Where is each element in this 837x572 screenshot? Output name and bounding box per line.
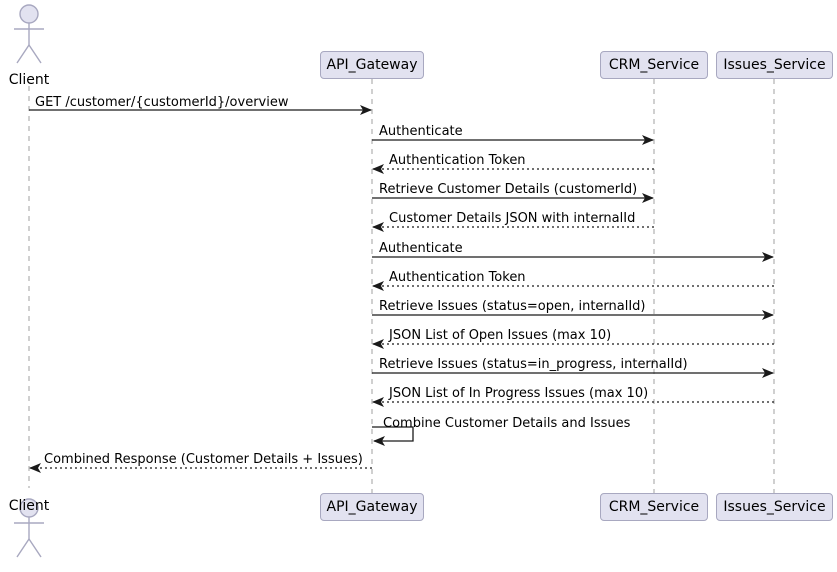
participant-issues_service-top[interactable]: Issues_Service bbox=[716, 51, 833, 79]
actor-client-top[interactable] bbox=[14, 4, 44, 64]
message-label-3: Authentication Token bbox=[389, 153, 526, 168]
participant-crm_service-bottom[interactable]: CRM_Service bbox=[600, 493, 708, 521]
message-label-2: Authenticate bbox=[379, 124, 463, 139]
message-label-13: Combined Response (Customer Details + Is… bbox=[44, 452, 363, 467]
message-label-8: Retrieve Issues (status=open, internalId… bbox=[379, 299, 646, 314]
message-label-7: Authentication Token bbox=[389, 270, 526, 285]
diagram-canvas bbox=[14, 4, 775, 558]
actor-label-client-bottom: Client bbox=[8, 498, 50, 514]
actor-label-client-top: Client bbox=[8, 72, 50, 88]
message-label-4: Retrieve Customer Details (customerId) bbox=[379, 182, 638, 197]
participant-api_gateway-top[interactable]: API_Gateway bbox=[320, 51, 424, 79]
sequence-diagram: Client Client API_Gateway API_Gateway CRM_Se… bbox=[0, 0, 837, 572]
participant-api_gateway-bottom[interactable]: API_Gateway bbox=[320, 493, 424, 521]
message-label-6: Authenticate bbox=[379, 241, 463, 256]
message-label-11: JSON List of In Progress Issues (max 10) bbox=[389, 386, 649, 401]
message-label-5: Customer Details JSON with internalId bbox=[389, 211, 636, 226]
message-label-1: GET /customer/{customerId}/overview bbox=[35, 95, 289, 110]
message-label-9: JSON List of Open Issues (max 10) bbox=[389, 328, 612, 343]
participant-crm_service-top[interactable]: CRM_Service bbox=[600, 51, 708, 79]
participant-issues_service-bottom[interactable]: Issues_Service bbox=[716, 493, 833, 521]
message-label-10: Retrieve Issues (status=in_progress, int… bbox=[379, 357, 688, 372]
message-label-12: Combine Customer Details and Issues bbox=[383, 416, 631, 431]
